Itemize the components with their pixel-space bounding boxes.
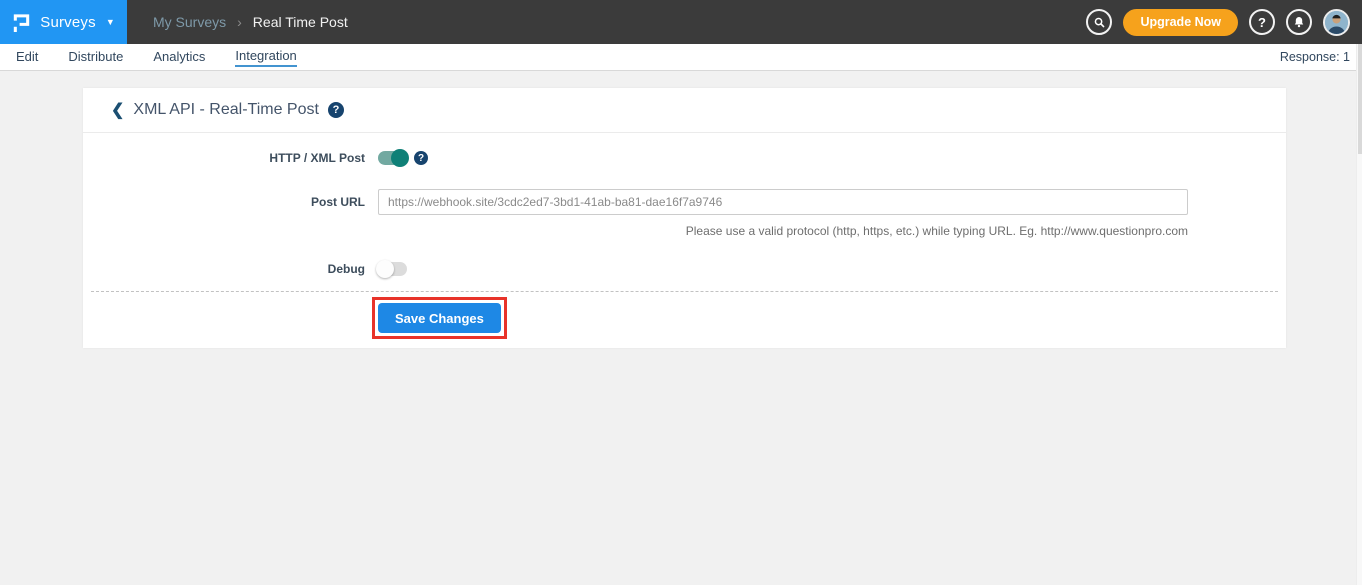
realtime-post-form: HTTP / XML Post ? Post URL Please use a … — [83, 133, 1286, 348]
save-changes-button[interactable]: Save Changes — [378, 303, 501, 333]
bell-icon — [1292, 15, 1306, 29]
breadcrumb-separator-icon: › — [237, 14, 242, 30]
notifications-button[interactable] — [1286, 9, 1312, 35]
search-button[interactable] — [1086, 9, 1112, 35]
tab-analytics[interactable]: Analytics — [153, 49, 205, 66]
http-xml-post-label: HTTP / XML Post — [91, 151, 365, 165]
post-url-input[interactable] — [378, 189, 1188, 215]
search-icon — [1092, 15, 1107, 30]
topnav-actions: Upgrade Now ? — [1086, 9, 1362, 36]
page-title: XML API - Real-Time Post — [133, 101, 319, 119]
product-name: Surveys — [40, 14, 96, 31]
url-hint-row: Please use a valid protocol (http, https… — [91, 222, 1188, 240]
upgrade-now-button[interactable]: Upgrade Now — [1123, 9, 1238, 36]
title-help-icon[interactable]: ? — [328, 102, 344, 118]
page-content: ❮ XML API - Real-Time Post ? HTTP / XML … — [0, 71, 1362, 585]
questionpro-logo-icon — [12, 12, 31, 33]
tab-edit[interactable]: Edit — [16, 49, 38, 66]
back-icon[interactable]: ❮ — [111, 100, 124, 120]
highlight-annotation-box: Save Changes — [372, 297, 507, 339]
top-navbar: Surveys ▼ My Surveys › Real Time Post Up… — [0, 0, 1362, 44]
debug-row: Debug — [91, 262, 1278, 276]
chevron-down-icon: ▼ — [106, 17, 115, 27]
help-button[interactable]: ? — [1249, 9, 1275, 35]
post-url-label: Post URL — [91, 195, 365, 209]
question-mark-icon: ? — [1258, 15, 1266, 30]
http-xml-post-row: HTTP / XML Post ? — [91, 151, 1278, 165]
breadcrumb: My Surveys › Real Time Post — [153, 14, 348, 30]
page-scrollbar[interactable] — [1356, 44, 1362, 585]
integration-settings-card: ❮ XML API - Real-Time Post ? HTTP / XML … — [83, 88, 1286, 348]
form-footer: Save Changes — [91, 292, 1278, 348]
breadcrumb-current-survey: Real Time Post — [253, 14, 348, 30]
post-url-row: Post URL — [91, 189, 1278, 215]
tab-integration[interactable]: Integration — [235, 48, 296, 67]
response-count: Response: 1 — [1280, 50, 1362, 64]
url-protocol-hint: Please use a valid protocol (http, https… — [686, 224, 1188, 238]
http-xml-post-toggle[interactable] — [378, 151, 407, 165]
debug-toggle[interactable] — [378, 262, 407, 276]
toggle-knob — [391, 149, 409, 167]
debug-label: Debug — [91, 262, 365, 276]
http-xml-post-help-icon[interactable]: ? — [414, 151, 428, 165]
tab-distribute[interactable]: Distribute — [68, 49, 123, 66]
scrollbar-thumb[interactable] — [1358, 44, 1362, 154]
product-switcher[interactable]: Surveys ▼ — [0, 0, 127, 44]
card-header: ❮ XML API - Real-Time Post ? — [83, 88, 1286, 133]
breadcrumb-my-surveys[interactable]: My Surveys — [153, 14, 226, 30]
survey-tabs-bar: Edit Distribute Analytics Integration Re… — [0, 44, 1362, 71]
user-avatar[interactable] — [1323, 9, 1350, 36]
toggle-knob — [376, 260, 394, 278]
